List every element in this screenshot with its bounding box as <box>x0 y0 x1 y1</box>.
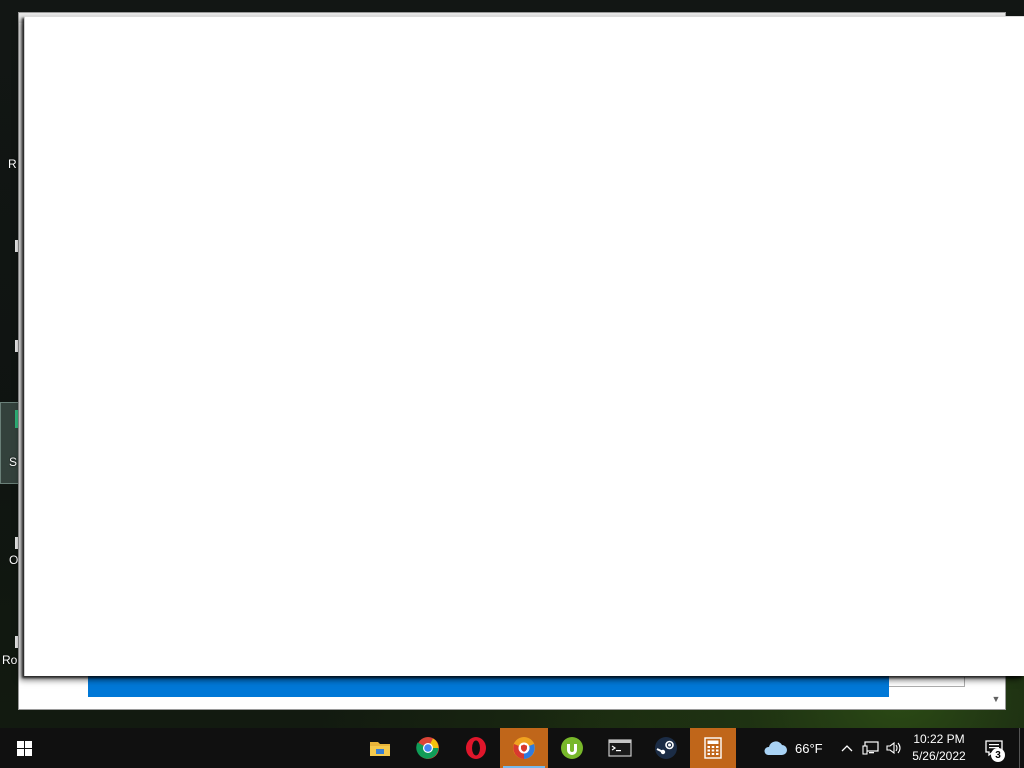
clock-time: 10:22 PM <box>913 732 965 746</box>
clock-date: 5/26/2022 <box>912 749 966 763</box>
cloud-icon <box>764 741 787 755</box>
taskbar-secure-browser[interactable] <box>500 728 548 768</box>
taskbar-opera[interactable] <box>452 728 500 768</box>
calculator-icon <box>704 737 722 759</box>
taskbar-utorrent[interactable] <box>548 728 596 768</box>
taskbar-clock[interactable]: 10:22 PM 5/26/2022 <box>906 728 972 768</box>
taskbar-file-explorer[interactable] <box>356 728 404 768</box>
folder-icon <box>370 742 390 756</box>
weather-widget[interactable]: 66°F <box>762 728 823 768</box>
start-button[interactable] <box>0 728 48 768</box>
utorrent-icon <box>561 737 583 759</box>
chrome-icon <box>416 737 439 759</box>
opera-icon <box>466 737 486 759</box>
show-desktop-button[interactable] <box>1019 728 1020 768</box>
taskbar-steam[interactable] <box>642 728 690 768</box>
windows-logo-icon <box>16 740 32 756</box>
volume-icon <box>886 741 901 755</box>
dialog-content-area <box>29 27 1024 676</box>
network-button[interactable] <box>861 728 881 768</box>
terminal-icon <box>608 739 632 757</box>
primary-action-bar[interactable] <box>88 675 889 697</box>
taskbar: 66°F 10:22 PM 5/26/2022 <box>0 728 1024 768</box>
scroll-down-button[interactable]: ▼ <box>987 689 1005 709</box>
weather-temperature: 66°F <box>795 740 823 756</box>
taskbar-calculator[interactable] <box>690 728 736 768</box>
volume-button[interactable] <box>884 728 904 768</box>
chevron-up-icon <box>841 745 853 752</box>
taskbar-command-prompt[interactable] <box>596 728 644 768</box>
blank-dialog-window[interactable] <box>24 16 1024 676</box>
steam-icon <box>655 737 677 759</box>
notification-count-badge: 3 <box>991 748 1005 762</box>
chevron-down-icon: ▼ <box>991 694 1001 704</box>
show-hidden-icons-button[interactable] <box>838 728 856 768</box>
input-field[interactable] <box>889 677 965 687</box>
shield-browser-icon <box>513 737 535 759</box>
taskbar-chrome[interactable] <box>404 728 452 768</box>
network-icon <box>862 741 879 755</box>
